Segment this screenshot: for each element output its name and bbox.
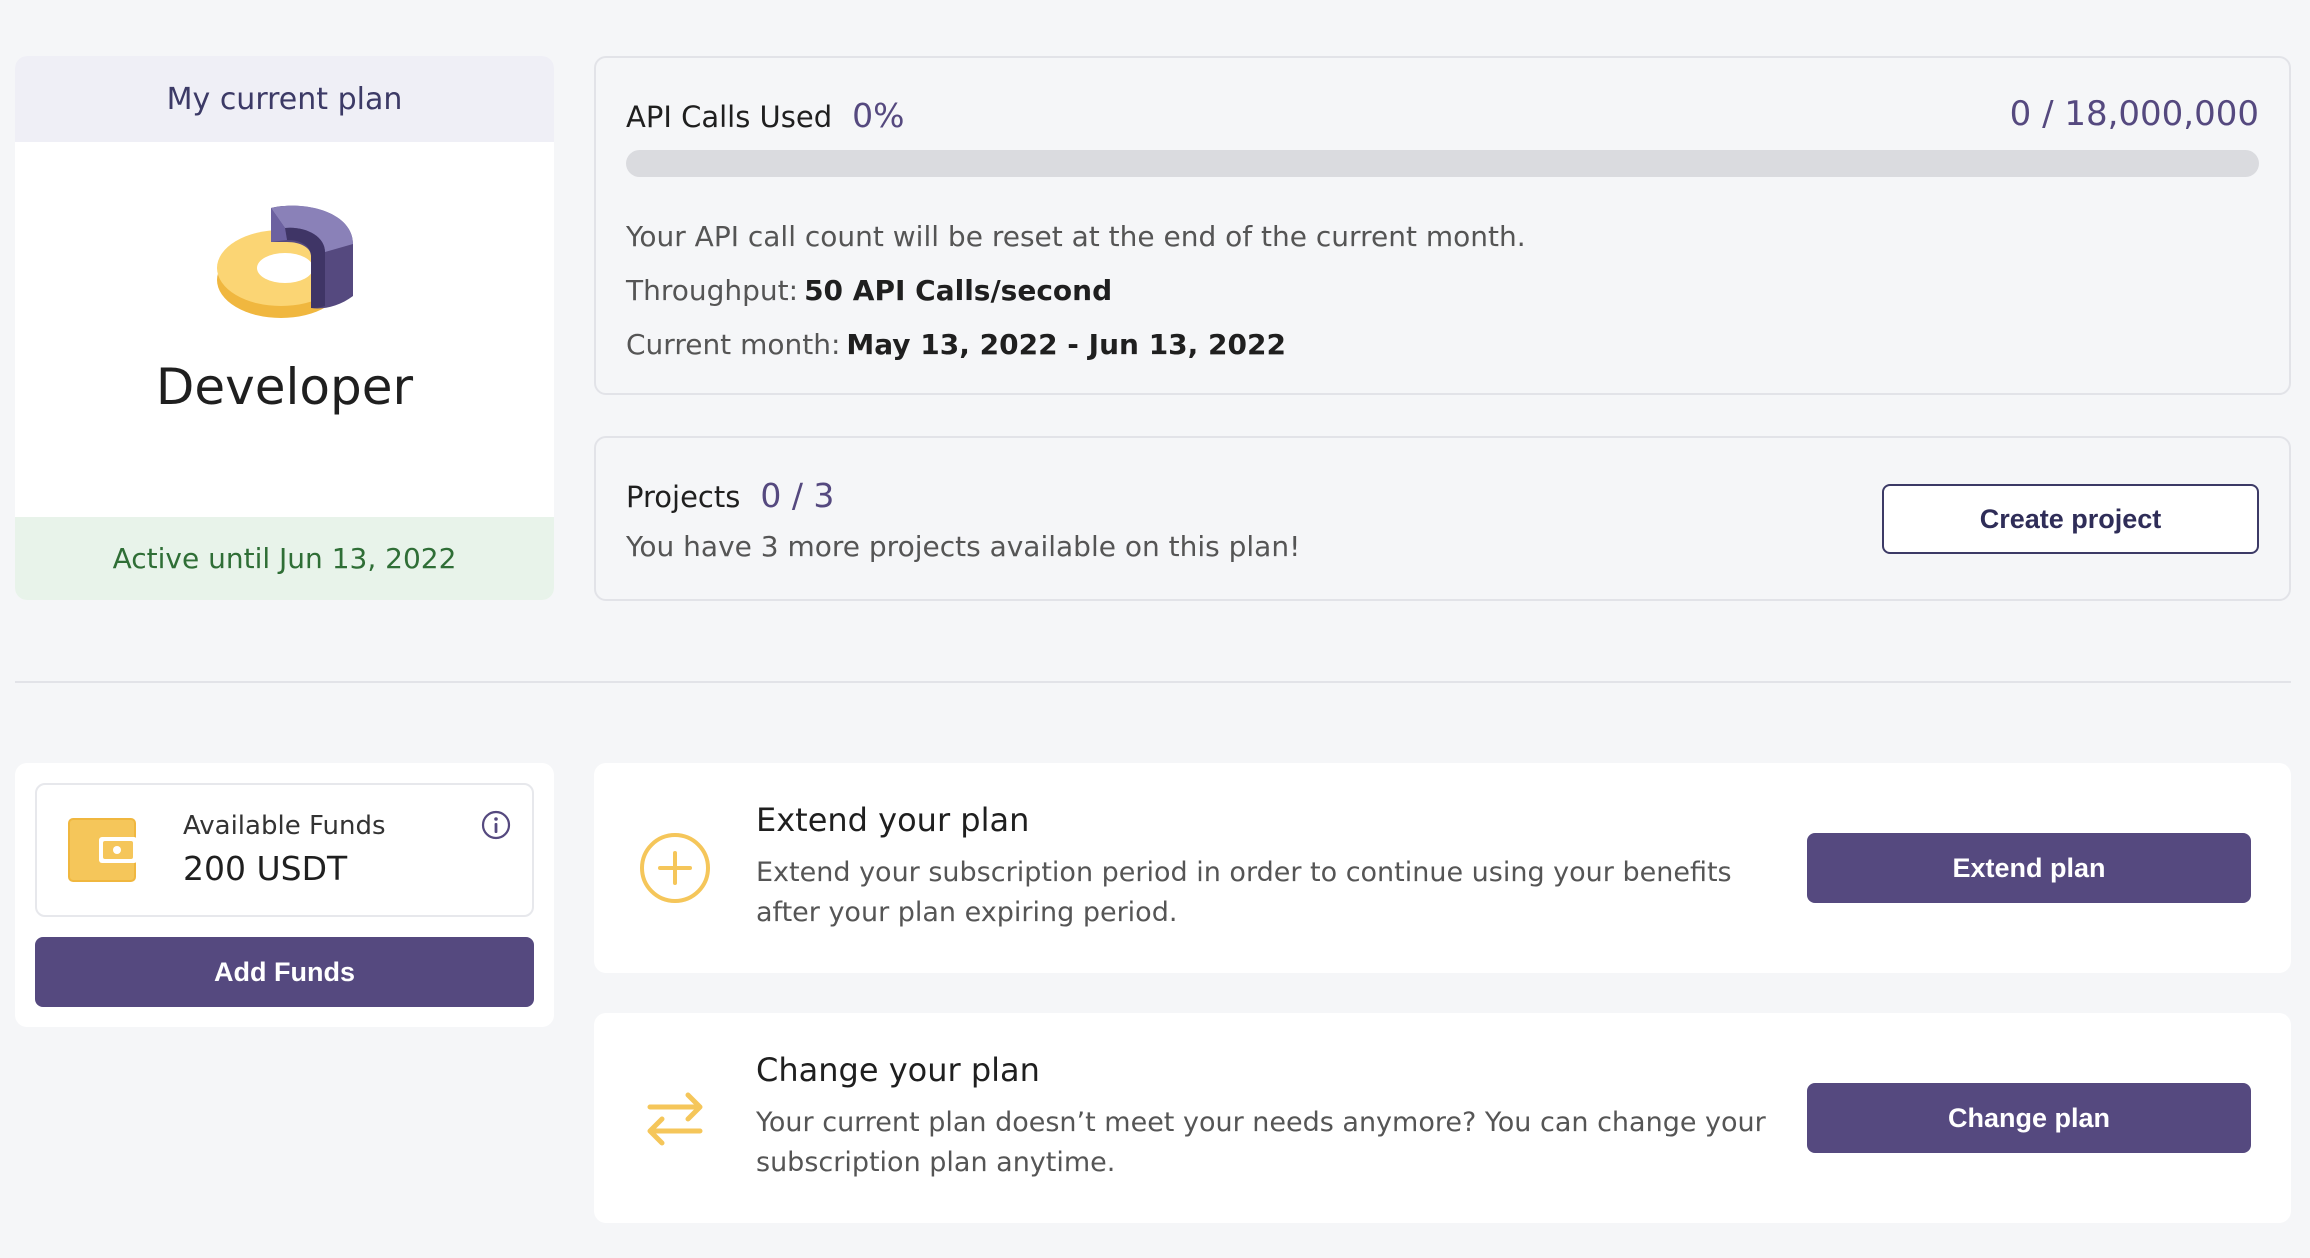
api-usage-card: API Calls Used 0% 0 / 18,000,000 Your AP…	[594, 56, 2291, 395]
plan-name: Developer	[155, 358, 414, 416]
change-plan-card: Change your plan Your current plan doesn…	[594, 1013, 2291, 1223]
api-count: 0 / 18,000,000	[2009, 94, 2259, 134]
change-plan-description: Your current plan doesn’t meet your need…	[756, 1107, 1766, 1178]
plan-body: Developer	[15, 142, 554, 573]
section-divider	[15, 681, 2291, 683]
swap-arrows-icon	[647, 1092, 703, 1146]
plan-logo-icon	[216, 205, 353, 318]
add-funds-button[interactable]: Add Funds	[35, 937, 534, 1007]
projects-description: You have 3 more projects available on th…	[626, 530, 1301, 563]
available-funds-value: 200 USDT	[183, 849, 348, 888]
available-funds-box: Available Funds 200 USDT	[35, 783, 534, 917]
api-title: API Calls Used	[626, 100, 833, 134]
extend-plan-card: Extend your plan Extend your subscriptio…	[594, 763, 2291, 973]
extend-plan-title: Extend your plan	[756, 801, 1030, 839]
api-reset-note: Your API call count will be reset at the…	[626, 220, 1526, 253]
projects-title-row: Projects 0 / 3	[626, 476, 834, 515]
api-progress-bar	[626, 150, 2259, 177]
projects-count: 0 / 3	[760, 476, 835, 515]
funds-card: Available Funds 200 USDT Add Funds	[15, 763, 554, 1027]
create-project-button[interactable]: Create project	[1882, 484, 2259, 554]
current-month-value: May 13, 2022 - Jun 13, 2022	[846, 328, 1286, 361]
current-plan-card: My current plan Developer Active until J…	[15, 56, 554, 600]
info-icon[interactable]	[480, 809, 512, 841]
throughput-value: 50 API Calls/second	[804, 274, 1113, 307]
projects-card: Projects 0 / 3 You have 3 more projects …	[594, 436, 2291, 601]
projects-title: Projects	[626, 480, 741, 514]
change-plan-title: Change your plan	[756, 1051, 1040, 1089]
extend-plan-description: Extend your subscription period in order…	[756, 857, 1732, 928]
api-current-month: Current month: May 13, 2022 - Jun 13, 202…	[626, 328, 1286, 361]
plus-circle-icon	[640, 833, 710, 903]
plan-active-until: Active until Jun 13, 2022	[15, 517, 554, 600]
api-throughput: Throughput: 50 API Calls/second	[626, 274, 1112, 307]
wallet-icon	[68, 818, 137, 882]
change-plan-button[interactable]: Change plan	[1807, 1083, 2251, 1153]
api-percent: 0%	[852, 96, 905, 135]
plan-header: My current plan	[15, 56, 554, 142]
current-month-label: Current month:	[626, 328, 841, 361]
api-title-row: API Calls Used 0%	[626, 96, 905, 135]
available-funds-label: Available Funds	[183, 811, 386, 841]
throughput-label: Throughput:	[626, 274, 799, 307]
extend-plan-button[interactable]: Extend plan	[1807, 833, 2251, 903]
